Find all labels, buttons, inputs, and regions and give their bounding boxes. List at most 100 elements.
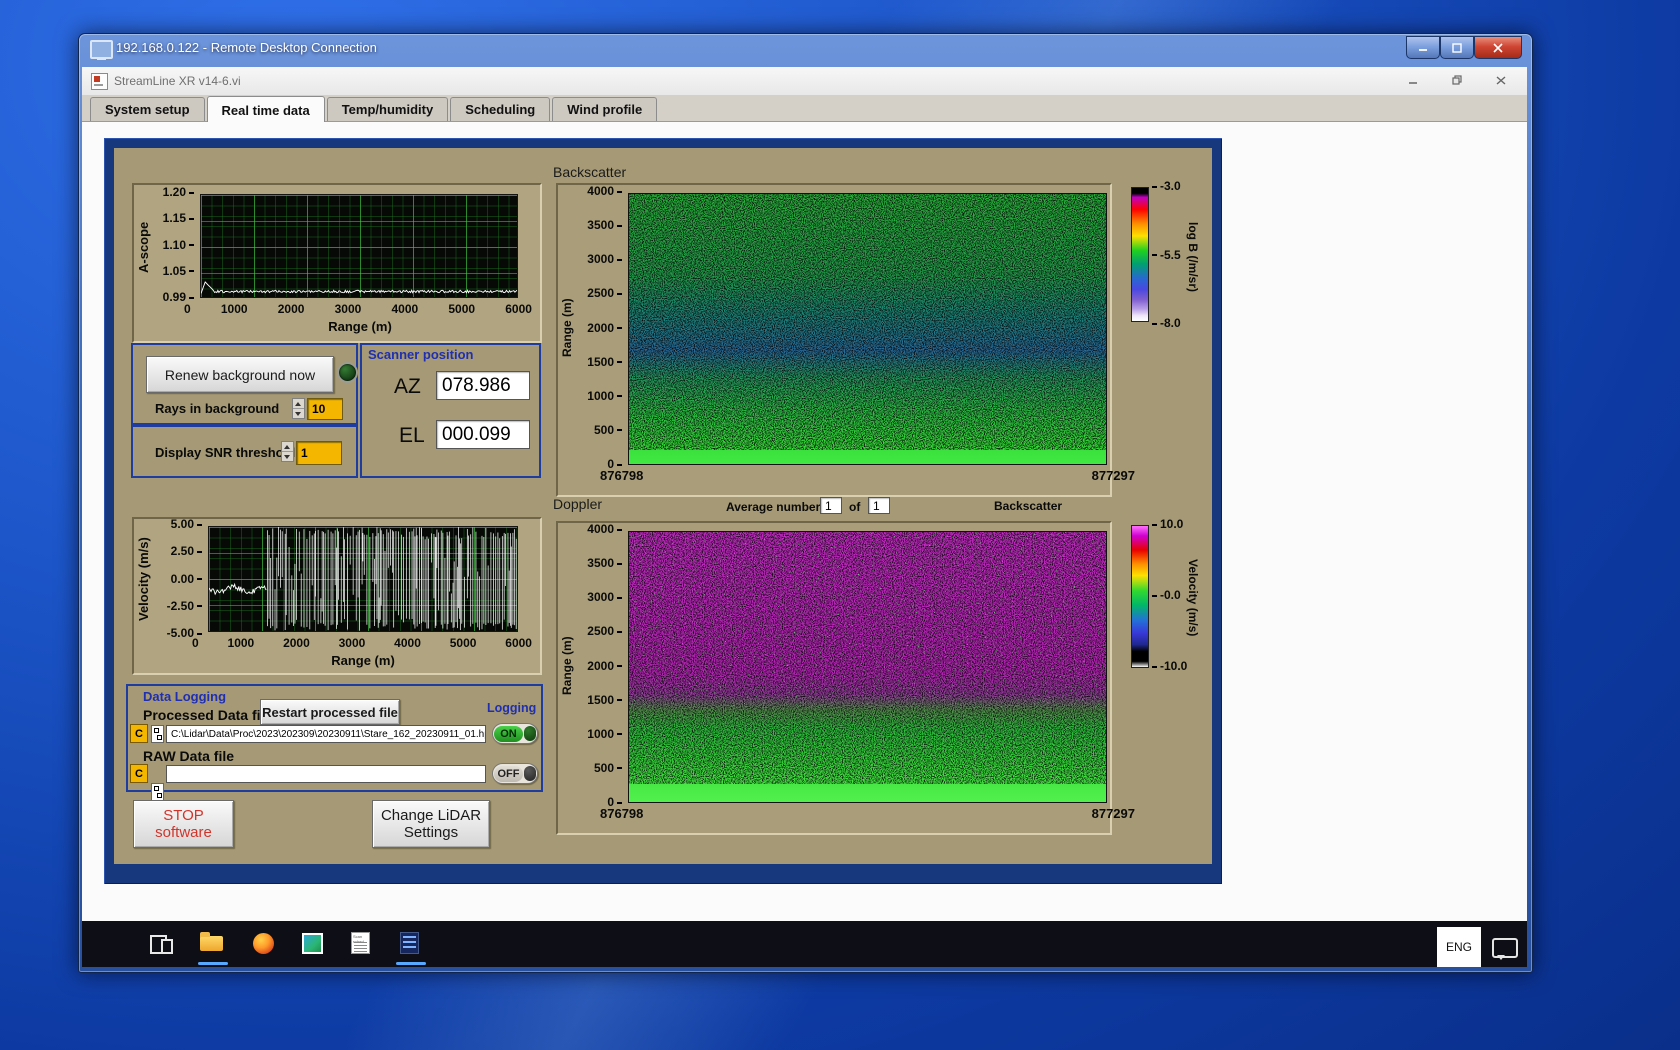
tab-system-setup[interactable]: System setup bbox=[90, 97, 205, 121]
processed-toggle-label: ON bbox=[494, 726, 523, 742]
app-restore-button[interactable] bbox=[1444, 71, 1470, 89]
axis-tick: 2000 bbox=[283, 636, 310, 650]
axis-tick: -10.0 bbox=[1152, 661, 1187, 672]
snr-threshold-field[interactable]: 1 bbox=[296, 441, 342, 465]
axis-tick: 1.15 bbox=[163, 213, 194, 224]
processed-browse-icon[interactable] bbox=[151, 725, 164, 743]
axis-tick: 0 bbox=[192, 636, 199, 650]
photos-icon[interactable] bbox=[301, 931, 325, 955]
axis-tick: 2000 bbox=[278, 302, 305, 316]
axis-tick: 3000 bbox=[339, 636, 366, 650]
az-value-field: 078.986 bbox=[436, 371, 530, 400]
el-value-field: 000.099 bbox=[436, 420, 530, 449]
processed-path-field[interactable]: C:\Lidar\Data\Proc\2023\202309\20230911\… bbox=[166, 725, 486, 743]
processed-logging-toggle[interactable]: ON bbox=[492, 723, 538, 744]
change-lidar-settings-button[interactable]: Change LiDAR Settings bbox=[372, 800, 490, 848]
axis-tick: -5.5 bbox=[1152, 250, 1181, 261]
backscatter-heatmap bbox=[628, 193, 1107, 465]
raw-toggle-label: OFF bbox=[494, 766, 523, 782]
raw-path-field[interactable] bbox=[166, 765, 486, 783]
renew-background-led bbox=[337, 362, 358, 383]
scanner-position-title: Scanner position bbox=[368, 347, 473, 362]
axis-tick: -8.0 bbox=[1152, 318, 1181, 329]
raw-drive-selector[interactable]: C bbox=[130, 764, 148, 783]
change-line1: Change LiDAR bbox=[381, 807, 481, 824]
processed-data-file-label: Processed Data file bbox=[143, 707, 272, 723]
snr-threshold-stepper[interactable] bbox=[281, 441, 294, 462]
scanner-position-box bbox=[360, 343, 541, 478]
scan-scheduler-icon[interactable]: Scan sched bbox=[349, 931, 373, 955]
rdp-maximize-button[interactable] bbox=[1440, 36, 1474, 59]
renew-background-label: Renew background now bbox=[165, 367, 315, 383]
chat-bubble-icon[interactable] bbox=[1492, 938, 1518, 958]
axis-tick: 1000 bbox=[228, 636, 255, 650]
remote-taskbar bbox=[82, 921, 1527, 967]
axis-tick: 2500 bbox=[587, 626, 622, 637]
display-snr-threshold-label: Display SNR threshold bbox=[155, 445, 295, 460]
axis-tick: -3.0 bbox=[1152, 181, 1181, 192]
minimize-icon bbox=[1408, 76, 1418, 85]
tab-wind-profile[interactable]: Wind profile bbox=[552, 97, 657, 121]
backscatter-time-start: 876798 bbox=[600, 468, 643, 483]
renew-background-button[interactable]: Renew background now bbox=[146, 356, 334, 393]
axis-tick: 0.00 bbox=[171, 574, 202, 585]
backscatter-y-axis: 40003500300025002000150010005000 bbox=[580, 186, 622, 470]
doppler-time-start: 876798 bbox=[600, 806, 643, 821]
axis-tick: 500 bbox=[594, 763, 622, 774]
axis-tick: 3000 bbox=[587, 592, 622, 603]
rdp-close-button[interactable] bbox=[1474, 36, 1522, 59]
axis-tick: 2000 bbox=[587, 323, 622, 334]
desktop: 192.168.0.122 - Remote Desktop Connectio… bbox=[0, 0, 1680, 1050]
rays-in-background-label: Rays in background bbox=[155, 401, 279, 416]
raw-logging-toggle[interactable]: OFF bbox=[492, 763, 538, 784]
tab-real-time-data[interactable]: Real time data bbox=[207, 96, 325, 122]
backscatter-time-end: 877297 bbox=[1040, 468, 1135, 483]
axis-tick: 2.50 bbox=[171, 546, 202, 557]
ascope-y-axis: 1.201.151.101.050.99 bbox=[148, 187, 194, 303]
language-indicator[interactable]: ENG bbox=[1437, 927, 1481, 967]
backscatter-colorbar bbox=[1131, 187, 1149, 322]
ascope-x-axis-label: Range (m) bbox=[280, 319, 440, 334]
rdp-minimize-button[interactable] bbox=[1406, 36, 1440, 59]
processed-drive-selector[interactable]: C bbox=[130, 724, 148, 743]
minimize-icon bbox=[1417, 43, 1429, 53]
stop-line2: software bbox=[155, 824, 212, 841]
restore-icon bbox=[1452, 75, 1463, 85]
velocity-y-axis-label: Velocity (m/s) bbox=[136, 522, 151, 637]
axis-tick: 3500 bbox=[587, 220, 622, 231]
doppler-title: Doppler bbox=[553, 496, 602, 512]
stop-line1: STOP bbox=[163, 807, 204, 824]
average-number-field[interactable]: 1 bbox=[820, 497, 842, 514]
change-line2: Settings bbox=[404, 824, 458, 841]
restart-processed-file-button[interactable]: Restart processed file bbox=[260, 699, 400, 725]
file-explorer-icon[interactable] bbox=[200, 931, 224, 955]
axis-tick: 4000 bbox=[587, 186, 622, 197]
rdp-connection-icon bbox=[90, 40, 113, 59]
rays-in-background-field[interactable]: 10 bbox=[307, 398, 343, 420]
firefox-icon[interactable] bbox=[252, 931, 276, 955]
velocity-y-axis: 5.002.500.00-2.50-5.00 bbox=[152, 519, 202, 639]
doppler-colorbar bbox=[1131, 525, 1149, 668]
average-total-field[interactable]: 1 bbox=[868, 497, 890, 514]
app-minimize-button[interactable] bbox=[1400, 71, 1426, 89]
tab-scheduling[interactable]: Scheduling bbox=[450, 97, 550, 121]
raw-browse-icon[interactable] bbox=[151, 783, 164, 801]
app-titlebar bbox=[82, 67, 1527, 96]
backscatter-colorbar-label: log B (/m/sr) bbox=[1186, 200, 1200, 315]
axis-tick: 4000 bbox=[391, 302, 418, 316]
velocity-x-axis-label: Range (m) bbox=[283, 653, 443, 668]
doppler-time-end: 877297 bbox=[1040, 806, 1135, 821]
backscatter-y-axis-label: Range (m) bbox=[560, 268, 574, 388]
app-close-button[interactable] bbox=[1488, 71, 1514, 89]
velocity-noise-trace bbox=[209, 527, 517, 631]
task-view-icon[interactable] bbox=[148, 931, 172, 955]
backscatter-toggle-label: Backscatter bbox=[994, 499, 1062, 513]
axis-tick: 1500 bbox=[587, 695, 622, 706]
notes-app-icon[interactable] bbox=[398, 931, 422, 955]
stop-software-button[interactable]: STOP software bbox=[133, 800, 234, 848]
tab-temp-humidity[interactable]: Temp/humidity bbox=[327, 97, 448, 121]
axis-tick: 5000 bbox=[450, 636, 477, 650]
doppler-y-axis-label: Range (m) bbox=[560, 606, 574, 726]
axis-tick: 5000 bbox=[448, 302, 475, 316]
rays-in-background-stepper[interactable] bbox=[292, 398, 305, 419]
